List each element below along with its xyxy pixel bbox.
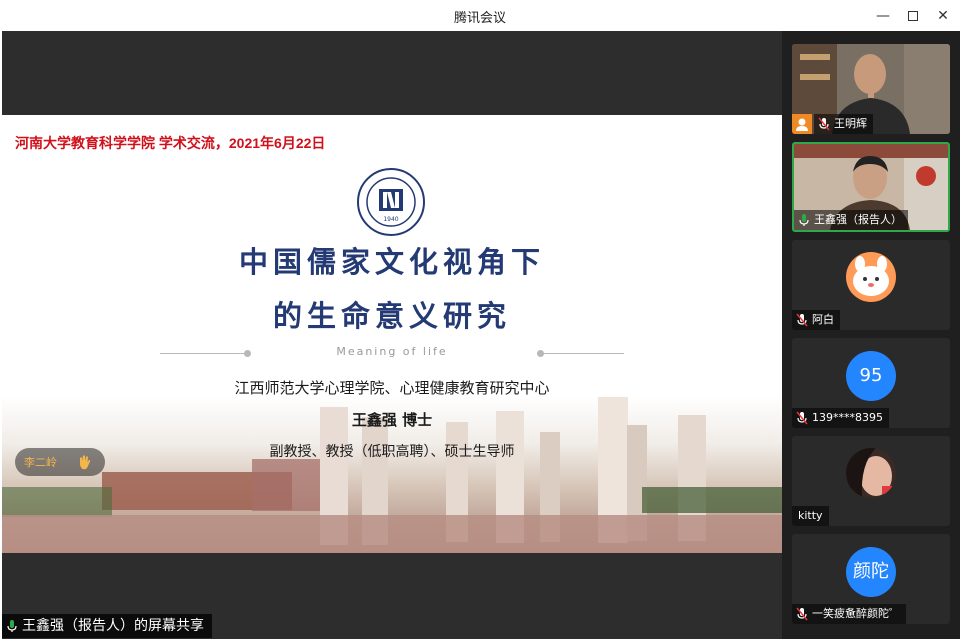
participant-name: 一笑疲惫醉颜陀゜ — [812, 607, 900, 620]
mic-muted-icon — [818, 117, 830, 131]
slide-institution: 江西师范大学心理学院、心理健康教育研究中心 — [234, 379, 550, 397]
participant-name-bar: 阿白 — [792, 310, 840, 330]
slide-author: 王鑫强 博士 — [351, 411, 433, 429]
participant-name-bar: kitty — [792, 506, 829, 526]
title-bar: 腾讯会议 — ✕ — [0, 0, 960, 31]
screen-share-label: 王鑫强（报告人）的屏幕共享 — [2, 614, 212, 638]
mic-muted-icon — [796, 411, 808, 425]
participant-name: 阿白 — [812, 313, 834, 326]
mic-active-icon — [799, 214, 809, 226]
mic-muted-icon — [796, 313, 808, 327]
participant-tile[interactable]: 95 139****8395 — [792, 338, 950, 428]
minimize-button[interactable]: — — [872, 5, 894, 27]
participant-name-bar: 139****8395 — [792, 408, 889, 428]
participant-tile-active-speaker[interactable]: 王鑫强（报告人） — [792, 142, 950, 232]
presentation-slide: 河南大学教育科学学院 学术交流，2021年6月22日 1940 中国儒家文化视角… — [2, 115, 782, 553]
participant-tile[interactable]: 王明辉 — [792, 44, 950, 134]
screen-share-text: 王鑫强（报告人）的屏幕共享 — [22, 618, 204, 634]
slide-header: 河南大学教育科学学院 学术交流，2021年6月22日 — [15, 135, 326, 151]
slide-subtitle: Meaning of life — [336, 345, 448, 358]
slide-title-line1: 中国儒家文化视角下 — [238, 245, 545, 279]
participant-name: 139****8395 — [812, 411, 883, 424]
participant-tile[interactable]: kitty — [792, 436, 950, 526]
speaking-indicator[interactable]: 李二岭 — [15, 448, 105, 476]
participant-name-bar: 王鑫强（报告人） — [794, 210, 908, 230]
microphone-icon — [7, 620, 17, 632]
participant-avatar-text: 95 — [846, 351, 896, 401]
window-title: 腾讯会议 — [453, 11, 506, 26]
campus-photo — [2, 397, 782, 553]
participant-name-bar: 王明辉 — [814, 114, 873, 134]
slide-roles: 副教授、教授（低职高聘）、硕士生导师 — [269, 444, 515, 460]
participant-gallery: 王明辉 王鑫强（报告人） 阿白 95 139****8395 kitty 颜陀 … — [782, 31, 960, 639]
maximize-button[interactable] — [902, 5, 924, 27]
university-logo: 1940 — [357, 168, 425, 236]
participant-tile[interactable]: 阿白 — [792, 240, 950, 330]
participant-avatar — [846, 448, 896, 498]
host-badge-icon — [792, 114, 812, 134]
shared-screen-area: 河南大学教育科学学院 学术交流，2021年6月22日 1940 中国儒家文化视角… — [2, 31, 782, 639]
divider-right — [542, 353, 624, 354]
participant-name-bar: 一笑疲惫醉颜陀゜ — [792, 604, 906, 624]
participant-name: kitty — [798, 509, 823, 522]
participant-name: 王明辉 — [834, 117, 867, 130]
slide-title-line2: 的生命意义研究 — [272, 299, 511, 333]
participant-avatar — [846, 252, 896, 302]
maximize-icon — [908, 11, 918, 21]
logo-year: 1940 — [383, 216, 398, 223]
participant-name: 王鑫强（报告人） — [814, 213, 902, 226]
hand-wave-icon — [80, 455, 91, 470]
mic-muted-icon — [796, 607, 808, 621]
close-button[interactable]: ✕ — [932, 5, 954, 27]
participant-tile[interactable]: 颜陀 一笑疲惫醉颜陀゜ — [792, 534, 950, 624]
speaking-participant-name: 李二岭 — [24, 456, 57, 469]
participant-avatar-text: 颜陀 — [846, 547, 896, 597]
meeting-window: 腾讯会议 — ✕ 河南大学教育科学学院 学术交流，2021年6月22日 1940… — [0, 0, 960, 640]
